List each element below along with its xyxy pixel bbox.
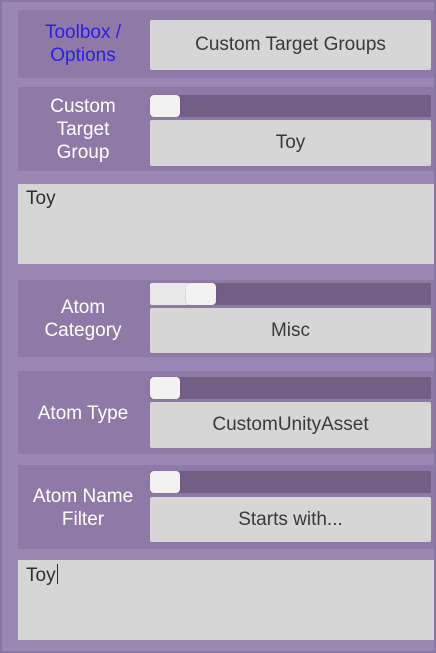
toolbox-label-line2: Options [50, 45, 116, 66]
atom-type-popup[interactable]: CustomUnityAsset [150, 402, 431, 448]
atom-category-slider[interactable] [150, 283, 431, 305]
atom-type-label: Atom Type [37, 402, 129, 424]
atom-category-popup[interactable]: Misc [150, 308, 431, 353]
custom-target-groups-button[interactable]: Custom Target Groups [150, 20, 431, 70]
atom-name-filter-label-line2: Filter [61, 509, 105, 530]
custom-target-group-label-line3: Group [56, 141, 110, 163]
text-caret [56, 564, 58, 584]
atom-category-label-line1: Atom [60, 297, 106, 318]
atom-category-slider-fill [150, 283, 190, 305]
atom-category-label: Atom Category [18, 286, 148, 352]
atom-name-filter-slider-handle[interactable] [150, 471, 180, 493]
custom-target-group-textarea[interactable]: Toy [18, 184, 434, 264]
atom-name-filter-input[interactable]: Toy [18, 560, 434, 640]
atom-category-slider-handle[interactable] [186, 283, 216, 305]
atom-name-filter-slider[interactable] [150, 471, 431, 493]
atom-name-filter-label: Atom Name Filter [18, 478, 148, 538]
custom-target-group-label: Custom Target Group [18, 92, 148, 166]
custom-target-group-slider-handle[interactable] [150, 95, 180, 117]
atom-type-slider[interactable] [150, 377, 431, 399]
custom-target-group-slider[interactable] [150, 95, 431, 117]
custom-target-group-label-line2: Target [56, 118, 110, 140]
custom-target-group-text: Toy [26, 188, 56, 209]
atom-name-filter-label-line1: Atom Name [32, 486, 134, 507]
custom-target-group-popup[interactable]: Toy [150, 120, 431, 166]
toolbox-label-line1: Toolbox / [44, 22, 122, 43]
atom-name-filter-popup[interactable]: Starts with... [150, 497, 431, 542]
custom-target-group-label-line1: Custom [50, 95, 116, 117]
atom-type-slider-handle[interactable] [150, 377, 180, 399]
atom-category-label-line2: Category [44, 320, 122, 341]
atom-name-filter-text: Toy [26, 565, 56, 586]
toolbox-options-link[interactable]: Toolbox / Options [18, 16, 148, 72]
